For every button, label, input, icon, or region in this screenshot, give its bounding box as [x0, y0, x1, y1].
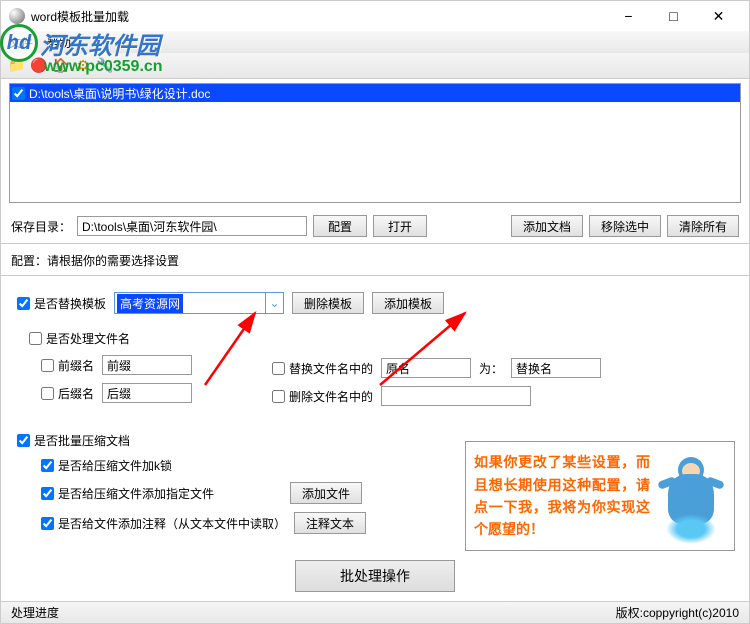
list-item-path: D:\tools\桌面\说明书\绿化设计.doc — [29, 85, 210, 102]
suffix-checkbox[interactable]: 后缀名 — [41, 385, 94, 402]
template-combo-value: 高考资源网 — [117, 294, 183, 313]
compress-addfile-checkbox[interactable]: 是否给压缩文件添加指定文件 — [41, 485, 214, 502]
menubar: 文件 帮助 — [1, 31, 749, 53]
batch-compress-checkbox[interactable]: 是否批量压缩文档 — [17, 432, 130, 449]
config-button[interactable]: 配置 — [313, 215, 367, 237]
list-item-checkbox[interactable] — [12, 87, 25, 100]
prefix-input[interactable] — [102, 355, 192, 375]
save-dir-row: 保存目录： 配置 打开 添加文档 移除选中 清除所有 — [1, 211, 749, 241]
toolbar-icon-1[interactable]: 📁 — [9, 58, 25, 74]
replace-from-input[interactable] — [381, 358, 471, 378]
list-item[interactable]: D:\tools\桌面\说明书\绿化设计.doc — [10, 84, 740, 102]
replace-to-label: 为： — [479, 360, 503, 377]
compress-lock-checkbox[interactable]: 是否给压缩文件加k锁 — [41, 457, 172, 474]
delete-in-name-input[interactable] — [381, 386, 531, 406]
compress-comment-checkbox[interactable]: 是否给文件添加注释（从文本文件中读取） — [41, 515, 286, 532]
batch-process-button[interactable]: 批处理操作 — [295, 560, 455, 592]
add-doc-button[interactable]: 添加文档 — [511, 215, 583, 237]
menu-help[interactable]: 帮助 — [47, 34, 71, 51]
comment-text-button[interactable]: 注释文本 — [294, 512, 366, 534]
prefix-checkbox[interactable]: 前缀名 — [41, 357, 94, 374]
statusbar: 处理进度 版权:coppyright(c)2010 — [1, 601, 749, 623]
delete-template-button[interactable]: 删除模板 — [292, 292, 364, 314]
menu-file[interactable]: 文件 — [9, 34, 33, 51]
genie-icon — [656, 449, 726, 544]
open-button[interactable]: 打开 — [373, 215, 427, 237]
maximize-button[interactable]: □ — [651, 2, 696, 30]
genie-tip-box[interactable]: 如果你更改了某些设置，而且想长期使用这种配置，请点一下我，我将为你实现这个愿望的… — [465, 441, 735, 551]
save-dir-label: 保存目录： — [11, 218, 71, 235]
titlebar: word模板批量加载 − □ ✕ — [1, 1, 749, 31]
close-button[interactable]: ✕ — [696, 2, 741, 30]
file-list[interactable]: D:\tools\桌面\说明书\绿化设计.doc — [9, 83, 741, 203]
replace-in-name-checkbox[interactable]: 替换文件名中的 — [272, 360, 373, 377]
config-hint: 配置：请根据你的需要选择设置 — [1, 246, 749, 273]
add-file-button[interactable]: 添加文件 — [290, 482, 362, 504]
toolbar-icon-4[interactable]: ⚙ — [75, 58, 91, 74]
app-icon — [9, 8, 25, 24]
status-progress: 处理进度 — [11, 604, 59, 621]
clear-all-button[interactable]: 清除所有 — [667, 215, 739, 237]
status-copyright: 版权:coppyright(c)2010 — [616, 604, 739, 621]
chevron-down-icon: ⌄ — [265, 293, 283, 313]
delete-in-name-checkbox[interactable]: 删除文件名中的 — [272, 388, 373, 405]
save-dir-input[interactable] — [77, 216, 307, 236]
suffix-input[interactable] — [102, 383, 192, 403]
template-combo[interactable]: 高考资源网 ⌄ — [114, 292, 284, 314]
genie-text: 如果你更改了某些设置，而且想长期使用这种配置，请点一下我，我将为你实现这个愿望的… — [474, 451, 650, 541]
add-template-button[interactable]: 添加模板 — [372, 292, 444, 314]
toolbar-icon-5[interactable]: 🔧 — [97, 58, 113, 74]
minimize-button[interactable]: − — [606, 2, 651, 30]
remove-selected-button[interactable]: 移除选中 — [589, 215, 661, 237]
replace-to-input[interactable] — [511, 358, 601, 378]
toolbar: 📁 🔴 🏠 ⚙ 🔧 — [1, 53, 749, 79]
window-title: word模板批量加载 — [31, 8, 129, 25]
main-window: word模板批量加载 − □ ✕ 文件 帮助 📁 🔴 🏠 ⚙ 🔧 D:\tool… — [0, 0, 750, 624]
toolbar-icon-3[interactable]: 🏠 — [53, 58, 69, 74]
process-filename-checkbox[interactable]: 是否处理文件名 — [29, 330, 130, 347]
toolbar-icon-2[interactable]: 🔴 — [31, 58, 47, 74]
replace-template-checkbox[interactable]: 是否替换模板 — [17, 295, 106, 312]
